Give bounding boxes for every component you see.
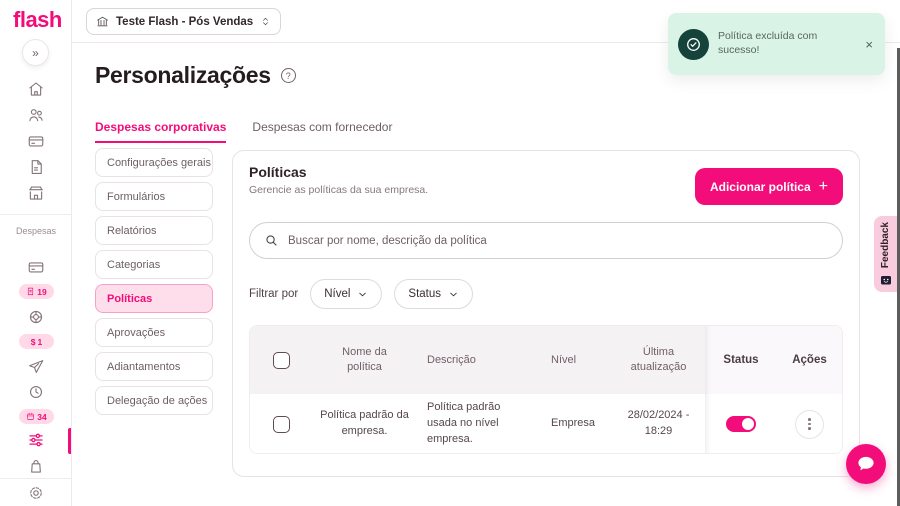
menu-item-politicas[interactable]: Políticas: [95, 284, 213, 313]
bag-icon[interactable]: [27, 457, 45, 475]
table-row: Política padrão da empresa. Política pad…: [250, 394, 842, 453]
column-header-name: Nome da política: [342, 346, 387, 373]
sidebar-item-receipts-badge[interactable]: 19: [19, 284, 54, 299]
select-all-checkbox[interactable]: [272, 351, 290, 369]
column-header-actions: Ações: [792, 354, 827, 366]
filter-status-dropdown[interactable]: Status: [394, 279, 474, 309]
table-header: Nome da política Descrição Nível Última …: [250, 326, 842, 394]
sidebar-divider-bottom: [0, 478, 72, 479]
store-icon[interactable]: [27, 184, 45, 202]
sidebar-item-money-badge[interactable]: $ 1: [19, 334, 54, 349]
filter-label: Filtrar por: [249, 288, 299, 300]
sidebar-section-label: Despesas: [16, 226, 57, 236]
feedback-smiley-icon: [880, 275, 891, 285]
menu-item-aprovacoes[interactable]: Aprovações: [95, 318, 213, 347]
speech-bubble-icon: [858, 456, 874, 471]
chat-fab-button[interactable]: [846, 444, 886, 484]
building-icon: [97, 16, 108, 27]
corporate-card-icon[interactable]: [27, 258, 45, 276]
feedback-tab[interactable]: Feedback: [874, 216, 897, 292]
tab-despesas-corporativas[interactable]: Despesas corporativas: [95, 120, 227, 143]
menu-item-categorias[interactable]: Categorias: [95, 250, 213, 279]
menu-item-relatorios[interactable]: Relatórios: [95, 216, 213, 245]
page-title: Personalizações: [95, 62, 271, 88]
card-icon[interactable]: [27, 132, 45, 150]
row-checkbox[interactable]: [272, 415, 290, 433]
company-selector-label: Teste Flash - Pós Vendas: [116, 15, 254, 28]
toast-close-icon[interactable]: ×: [863, 35, 875, 54]
home-icon[interactable]: [27, 80, 45, 98]
policy-updated: 28/02/2024 - 18:29: [627, 409, 690, 437]
panel-title: Políticas: [249, 164, 307, 180]
menu-item-formularios[interactable]: Formulários: [95, 182, 213, 211]
life-ring-icon[interactable]: [27, 308, 45, 326]
row-actions-kebab-button[interactable]: [795, 409, 824, 439]
active-item-indicator: [68, 428, 71, 454]
clock-icon[interactable]: [27, 383, 45, 401]
chevron-up-down-icon: [263, 17, 269, 26]
company-selector[interactable]: Teste Flash - Pós Vendas: [86, 8, 282, 35]
sidebar-divider: [0, 214, 72, 215]
search-input[interactable]: [288, 234, 828, 247]
policy-description: Política padrão usada no nível empresa.: [427, 401, 501, 445]
filter-nivel-dropdown[interactable]: Nível: [310, 279, 383, 309]
policy-name: Política padrão da empresa.: [320, 409, 409, 437]
add-policy-button[interactable]: Adicionar política +: [694, 168, 843, 205]
sidebar-expand-button[interactable]: »: [22, 39, 49, 66]
sidebar: flash » Despesas 19 $ 1 34: [0, 0, 72, 506]
flash-logo: flash: [13, 7, 62, 32]
chevrons-right-icon: »: [32, 45, 39, 60]
document-icon[interactable]: [27, 158, 45, 176]
check-circle-icon: [678, 28, 709, 60]
main-content: Personalizações ? Despesas corporativas …: [72, 43, 900, 506]
plus-icon: +: [818, 177, 828, 195]
filter-row: Filtrar por Nível Status: [249, 279, 474, 309]
settings-side-menu: Configurações gerais Formulários Relatór…: [95, 148, 213, 415]
airplane-icon[interactable]: [27, 358, 45, 376]
search-icon: [266, 235, 277, 246]
search-bar: [249, 222, 843, 259]
help-icon[interactable]: ?: [280, 68, 296, 83]
pinned-header-group: Status Ações: [705, 326, 842, 394]
tab-despesas-com-fornecedor[interactable]: Despesas com fornecedor: [252, 120, 392, 143]
chevron-down-icon: [450, 292, 457, 296]
tabs: Despesas corporativas Despesas com forne…: [95, 120, 392, 143]
column-header-level: Nível: [551, 353, 577, 366]
gear-icon[interactable]: [27, 484, 45, 502]
column-header-status: Status: [723, 354, 759, 366]
column-header-description: Descrição: [427, 353, 476, 366]
chevron-down-icon: [359, 292, 367, 296]
policy-level: Empresa: [551, 417, 596, 430]
people-icon[interactable]: [27, 106, 45, 124]
dollar-icon: $: [30, 336, 36, 347]
receipt-icon: [28, 287, 34, 296]
feedback-label: Feedback: [880, 222, 891, 269]
sidebar-item-calendar-badge[interactable]: 34: [19, 409, 54, 424]
policies-table: Nome da política Descrição Nível Última …: [249, 325, 843, 454]
success-toast: Política excluída com sucesso! ×: [668, 13, 885, 75]
sliders-icon-active[interactable]: [27, 431, 45, 449]
menu-item-delegacao-de-acoes[interactable]: Delegação de ações: [95, 386, 213, 415]
menu-item-adiantamentos[interactable]: Adiantamentos: [95, 352, 213, 381]
page-title-row: Personalizações ?: [95, 62, 296, 89]
status-toggle-on[interactable]: [726, 416, 756, 432]
menu-item-configuracoes-gerais[interactable]: Configurações gerais: [95, 148, 213, 177]
pinned-row-group: [705, 394, 842, 453]
toast-message: Política excluída com sucesso!: [718, 30, 818, 56]
panel-subtitle: Gerencie as políticas da sua empresa.: [249, 184, 429, 196]
policies-card: Políticas Gerencie as políticas da sua e…: [232, 150, 860, 477]
calendar-icon: [27, 412, 35, 420]
scrollbar-thumb[interactable]: [896, 48, 900, 506]
column-header-updated: Última atualização: [630, 346, 687, 373]
